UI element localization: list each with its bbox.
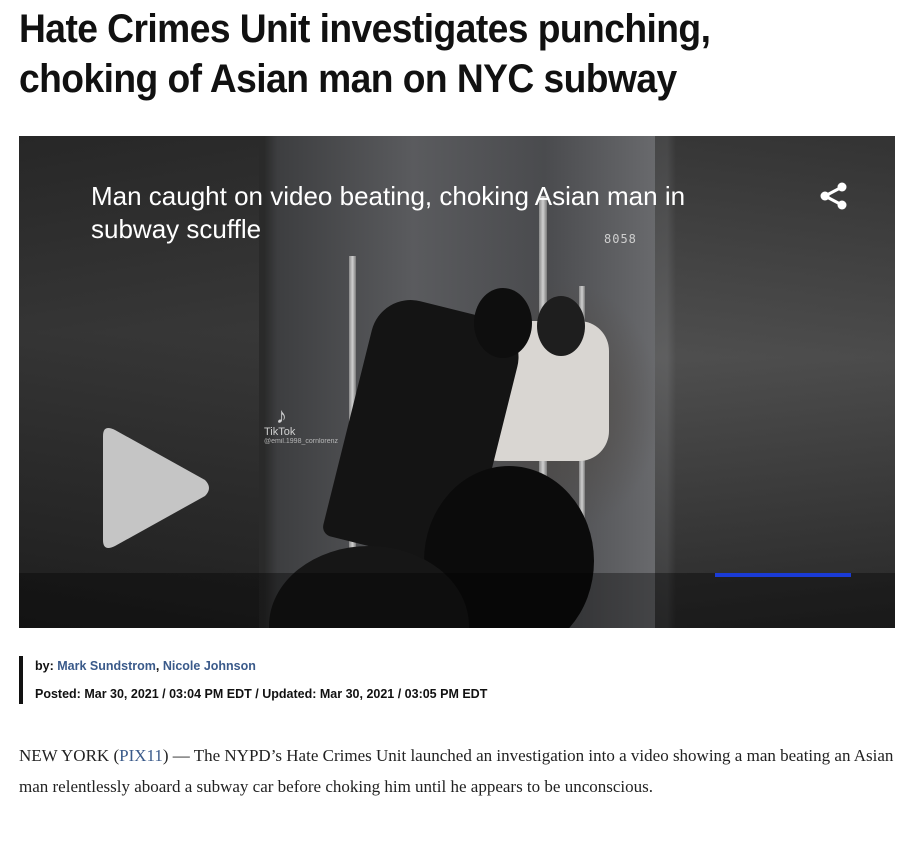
updated-label: Updated: <box>262 687 317 701</box>
byline-authors: by: Mark Sundstrom, Nicole Johnson <box>35 656 487 676</box>
tiktok-handle: @emil.1998_cornlorenz <box>264 438 339 445</box>
video-title: Man caught on video beating, choking Asi… <box>91 181 686 244</box>
victim-head <box>537 296 585 356</box>
share-icon[interactable] <box>817 179 851 213</box>
byline: by: Mark Sundstrom, Nicole Johnson Poste… <box>19 656 487 704</box>
updated-date: Mar 30, 2021 / 03:05 PM EDT <box>319 687 488 701</box>
dateline: NEW YORK ( <box>19 746 120 765</box>
play-icon[interactable] <box>89 424 213 552</box>
byline-dates: Posted: Mar 30, 2021 / 03:04 PM EDT / Up… <box>35 684 487 704</box>
video-player[interactable]: 8058 ♪ TikTok @emil.1998_cornlorenz Man … <box>19 136 895 628</box>
author-link[interactable]: Nicole Johnson <box>163 659 256 673</box>
posted-label: Posted: <box>35 687 81 701</box>
source-link[interactable]: PIX11 <box>119 746 163 765</box>
date-divider: / <box>255 687 259 701</box>
video-controls-bar <box>19 573 895 628</box>
byline-prefix: by: <box>35 659 54 673</box>
article-lead-paragraph: NEW YORK (PIX11) — The NYPD’s Hate Crime… <box>19 740 904 802</box>
tiktok-watermark: ♪ TikTok @emil.1998_cornlorenz <box>264 403 339 446</box>
posted-date: Mar 30, 2021 / 03:04 PM EDT <box>84 687 252 701</box>
tiktok-label: TikTok <box>264 426 296 438</box>
video-progress-bar[interactable] <box>715 573 851 577</box>
tiktok-logo-icon: ♪ <box>276 403 287 428</box>
attacker-head <box>474 288 532 358</box>
author-separator: , <box>155 659 160 673</box>
author-link[interactable]: Mark Sundstrom <box>57 659 156 673</box>
article-headline: Hate Crimes Unit investigates punching, … <box>19 7 711 101</box>
